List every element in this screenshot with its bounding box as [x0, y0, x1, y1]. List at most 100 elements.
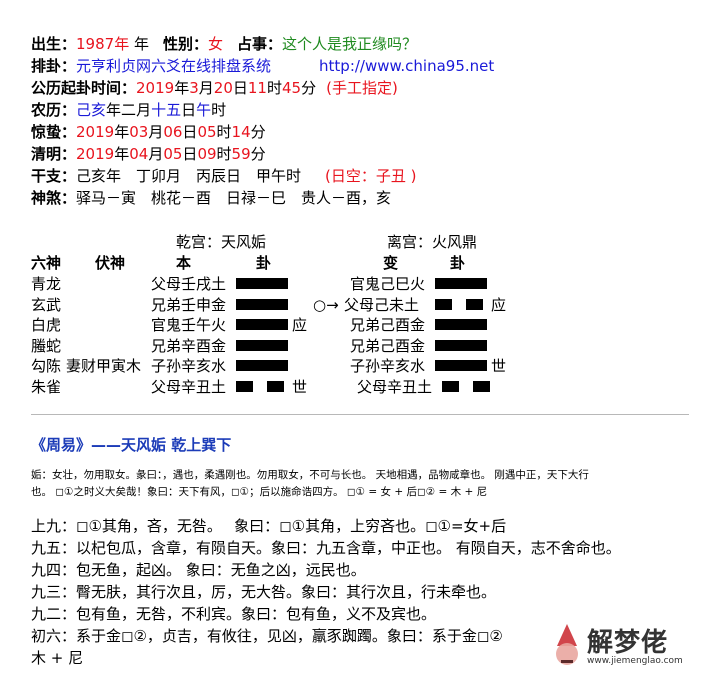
col-ben: 本	[176, 254, 192, 272]
gongli-line: 公历起卦时间：2019年3月20日11时45分 (手工指定)	[31, 78, 398, 98]
sex-label: 性别：	[162, 35, 208, 53]
ganzhi-label: 干支：	[31, 167, 77, 185]
birth-label: 出生：	[31, 35, 77, 53]
unit: 日	[182, 123, 198, 141]
yao-line: 九三：臀无肤，其行次且，厉，无大咎。象曰：其行次且，行未牵也。	[31, 583, 497, 601]
nongli-line: 农历：己亥年二月十五日午时	[31, 100, 226, 120]
bian-shiying-mark: 世	[491, 357, 507, 375]
unit: 时	[216, 123, 232, 141]
watermark-url: www.jiemenglao.com	[587, 656, 683, 666]
yang-line-icon	[435, 339, 487, 351]
col-liushen: 六神	[31, 254, 62, 272]
bian-yao-name: 兄弟己酉金	[350, 336, 426, 355]
zhouyi-title: 《周易》——天风姤 乾上巽下	[31, 436, 232, 454]
site-url[interactable]: http://www.china95.net	[319, 57, 494, 75]
yang-line-icon	[435, 319, 487, 330]
bian-yao-name: 父母辛丑土	[357, 377, 433, 396]
liushen-cell: 青龙	[31, 275, 62, 293]
jingzhe-year: 2019	[76, 123, 115, 141]
ben-yao-line	[236, 315, 288, 335]
col-gua: 卦	[256, 254, 272, 272]
birth-year: 1987年	[76, 35, 130, 53]
yang-line-icon	[435, 360, 487, 371]
ben-yao-name: 父母壬戌土	[151, 275, 227, 293]
ganzhi-value: 己亥年 丁卯月 丙辰日 甲午时	[76, 167, 302, 185]
unit: 分	[250, 123, 266, 141]
jingzhe-label: 惊蛰：	[31, 123, 77, 141]
zhanshi-label: 占事：	[237, 35, 283, 53]
ben-yao-line	[236, 336, 288, 356]
rikong: (日空：子丑 )	[325, 167, 417, 185]
yang-line-icon	[236, 319, 288, 330]
intro-line-1: 姤：女壮，勿用取女。彖曰：，遇也，柔遇刚也。勿用取女，不可与长也。 天地相遇，品…	[31, 469, 589, 481]
liushen-cell: 朱雀	[31, 377, 62, 396]
zhanshi-value: 这个人是我正缘吗？	[282, 35, 418, 53]
unit: 年	[114, 145, 130, 163]
liushen-cell: 白虎	[31, 316, 62, 334]
ben-yao-name: 官鬼壬午火	[151, 316, 227, 334]
divider	[31, 414, 689, 415]
jingzhe-day: 06	[163, 123, 183, 141]
bian-yao-name: 官鬼己巳火	[350, 275, 426, 293]
unit: 分	[301, 79, 317, 97]
gong-left: 乾宫：天风姤	[176, 233, 267, 251]
unit: 年	[106, 101, 122, 119]
unit: 日	[232, 79, 248, 97]
qingming-minute: 59	[231, 145, 251, 163]
gongli-day: 20	[213, 79, 233, 97]
qingming-hour: 09	[197, 145, 217, 163]
shensha-line: 神煞：驿马－寅 桃花－酉 日禄－巳 贵人－酉，亥	[31, 188, 391, 208]
bian-yao-name: 兄弟己酉金	[350, 316, 426, 334]
yin-line-icon	[236, 380, 253, 392]
ben-shiying-mark: 世	[292, 377, 308, 396]
bian-yao-line	[435, 336, 487, 356]
bian-shiying-mark: 应	[491, 295, 507, 314]
unit: 月	[136, 101, 152, 119]
jingzhe-line: 惊蛰：2019年03月06日05时14分	[31, 122, 266, 142]
liushen-cell: 玄武	[31, 295, 62, 314]
bian-yao-line	[442, 377, 490, 397]
shensha-value: 驿马－寅 桃花－酉 日禄－巳 贵人－酉，亥	[76, 189, 392, 207]
unit: 日	[181, 101, 197, 119]
bian-yao-line	[435, 356, 487, 376]
watermark: 解梦佬 www.jiemenglao.com	[527, 618, 702, 676]
ganzhi-line: 干支：己亥年 丁卯月 丙辰日 甲午时 (日空：子丑 )	[31, 166, 417, 186]
bian-yao-line	[435, 274, 487, 294]
yang-line-icon	[435, 278, 487, 289]
bian-yao-line	[435, 315, 487, 335]
gong-right: 离宫：火风鼎	[387, 233, 478, 251]
unit: 时	[216, 145, 232, 163]
watermark-brand: 解梦佬	[587, 628, 669, 658]
yao-line: 九四：包无鱼，起凶。 象曰：无鱼之凶，远民也。	[31, 561, 366, 579]
yao-line: 九二：包有鱼，无咎，不利宾。象曰：包有鱼，义不及宾也。	[31, 605, 437, 623]
unit: 时	[211, 101, 227, 119]
jingzhe-month: 03	[129, 123, 149, 141]
ben-yao-name: 兄弟辛酉金	[151, 336, 227, 355]
unit: 年	[174, 79, 190, 97]
birth-year-suffix: 年	[129, 35, 149, 53]
paigua-line: 排卦：元亨利贞网六爻在线排盘系统 http://www.china95.net	[31, 56, 494, 76]
ben-yao-name: 父母辛丑土	[151, 377, 227, 396]
sex-value: 女	[208, 35, 224, 53]
col-gua-right: 卦	[450, 254, 466, 272]
yang-line-icon	[236, 278, 288, 289]
ben-yao-line	[236, 274, 288, 294]
liushen-cell: 勾陈	[31, 357, 62, 375]
yao-line: 上九：◻①其角，吝，无咎。 象曰：◻①其角，上穷吝也。◻①=女+后	[31, 517, 507, 535]
yang-line-icon	[236, 360, 288, 371]
ben-yao-line	[236, 295, 288, 315]
intro-line-2: 也。 ◻①之时义大矣哉！象曰：天下有风，◻①；后以施命诰四方。 ◻① = 女 +…	[31, 486, 488, 498]
ben-yao-line	[236, 377, 284, 397]
nongli-day: 十五	[151, 101, 182, 119]
ben-yao-name: 子孙辛亥水	[151, 357, 227, 375]
unit: 年	[114, 123, 130, 141]
qingming-month: 04	[129, 145, 149, 163]
jingzhe-hour: 05	[197, 123, 217, 141]
yin-line-icon	[466, 298, 483, 310]
system-name[interactable]: 元亨利贞网六爻在线排盘系统	[76, 57, 271, 75]
yao-line: 九五：以杞包瓜，含章，有陨自天。象曰：九五含章，中正也。 有陨自天，志不舍命也。	[31, 539, 621, 557]
yang-line-icon	[236, 298, 288, 310]
col-fushen: 伏神	[95, 254, 126, 272]
yao-line: 初六：系于金◻②，贞吉，有攸往，见凶，羸豕踟躅。象曰：系于金◻②	[31, 627, 503, 645]
bian-yao-line	[435, 295, 483, 315]
